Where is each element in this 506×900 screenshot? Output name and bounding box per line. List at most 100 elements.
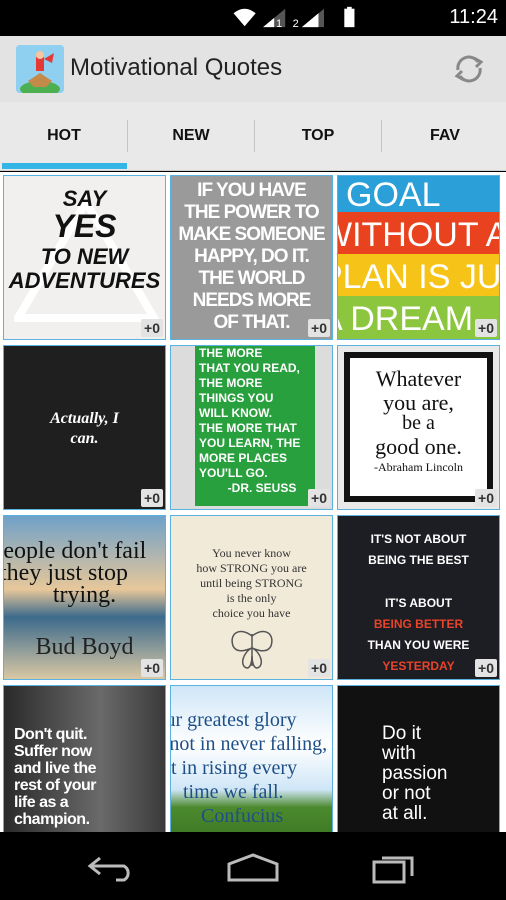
vote-count-badge[interactable]: +0 [475, 659, 497, 677]
quote-tile[interactable]: THE MORE THAT YOU READ, THE MORE THINGS … [170, 345, 333, 510]
quote-tile[interactable]: GOAL WITHOUT A PLAN IS JUST A DREAM. +0 [337, 175, 500, 340]
status-time: 11:24 [449, 6, 498, 28]
quote-line: MORE PLACES [199, 451, 288, 465]
app-logo-icon[interactable] [16, 45, 64, 93]
wifi-icon [233, 8, 256, 27]
quote-line: Confucius [201, 805, 284, 827]
signal-2-icon [301, 8, 324, 28]
quote-line: YES [52, 208, 117, 244]
quote-line: ADVENTURES [8, 268, 161, 293]
vote-count-badge[interactable]: +0 [475, 319, 497, 337]
tab-top[interactable]: TOP [255, 102, 381, 170]
quote-line: THAN YOU WERE [367, 638, 470, 652]
quote-tile[interactable]: Whatever you are, be a good one. -Abraha… [337, 345, 500, 510]
status-icons: 1 2 [233, 6, 355, 29]
quote-line: THINGS YOU [199, 391, 274, 405]
refresh-icon[interactable] [450, 50, 488, 88]
quote-line: Do it [382, 723, 422, 744]
quote-tile[interactable]: People don't fail they just stop trying.… [3, 515, 166, 680]
quote-line: You never know [212, 546, 291, 560]
quote-line: be a [402, 412, 435, 434]
quote-line: THAT YOU READ, [199, 361, 300, 375]
quote-line: Don't quit. [14, 726, 87, 743]
vote-count-badge[interactable]: +0 [308, 659, 330, 677]
quote-line: passion [382, 763, 448, 784]
quote-line: -Abraham Lincoln [374, 460, 463, 474]
quote-line: until being STRONG [200, 576, 303, 590]
quote-line: IT'S ABOUT [384, 596, 453, 610]
tab-hot[interactable]: HOT [1, 102, 127, 170]
quote-tile[interactable]: IF YOU HAVE THE POWER TO MAKE SOMEONE HA… [170, 175, 333, 340]
quotes-grid[interactable]: SAY YES TO NEW ADVENTURES +0 IF YOU HAVE… [0, 172, 506, 832]
quote-line: and live the [14, 760, 97, 777]
quote-line: Whatever [375, 366, 462, 391]
quote-tile[interactable]: You never know how STRONG you are until … [170, 515, 333, 680]
status-bar: 1 2 11:24 [0, 0, 506, 36]
quote-line: THE POWER TO [184, 202, 319, 223]
back-icon[interactable] [86, 852, 138, 882]
navigation-bar [0, 832, 506, 900]
tab-indicator [2, 163, 127, 169]
recent-apps-icon[interactable] [370, 850, 420, 884]
quote-line: HAPPY, DO IT. [194, 246, 310, 267]
quote-line: PLAN IS JUST [338, 258, 500, 296]
quote-line: time we fall. [183, 781, 284, 803]
quote-line: BEING BETTER [373, 617, 464, 631]
quote-line: is not in never falling, [170, 733, 328, 755]
quote-line: MAKE SOMEONE [178, 224, 325, 245]
quote-line: at all. [382, 803, 428, 824]
butterfly-icon [231, 630, 273, 669]
quote-line: YOU LEARN, THE [199, 436, 301, 450]
quote-line: IF YOU HAVE [197, 180, 307, 201]
quote-line: how STRONG you are [196, 561, 307, 575]
quote-line: TO NEW [40, 244, 129, 269]
quote-tile[interactable]: IT'S NOT ABOUT BEING THE BEST IT'S ABOUT… [337, 515, 500, 680]
quote-tile[interactable]: Our greatest glory is not in never falli… [170, 685, 333, 832]
quote-line: is the only [226, 591, 277, 605]
quote-line: THE MORE [199, 346, 263, 360]
quote-line: THE MORE [199, 376, 263, 390]
quote-line: Our greatest glory [171, 709, 297, 731]
quote-line: YOU'LL GO. [199, 466, 268, 480]
action-bar: Motivational Quotes [0, 36, 506, 103]
quote-line: BEING THE BEST [368, 553, 469, 567]
quote-tile[interactable]: Actually, I can. +0 [3, 345, 166, 510]
tab-bar: HOT NEW TOP FAV [0, 102, 506, 171]
quote-line: choice you have [212, 606, 291, 620]
vote-count-badge[interactable]: +0 [475, 489, 497, 507]
quote-line: -DR. SEUSS [227, 481, 297, 495]
quote-line: A DREAM. [338, 300, 483, 338]
tab-new[interactable]: NEW [128, 102, 254, 170]
vote-count-badge[interactable]: +0 [308, 489, 330, 507]
tab-fav[interactable]: FAV [382, 102, 506, 170]
quote-line: NEEDS MORE [192, 290, 312, 311]
quote-line: rest of your [14, 777, 97, 794]
quote-line: champion. [14, 811, 90, 828]
quote-line: can. [70, 430, 99, 447]
quote-tile[interactable]: Do it with passion or not at all. [337, 685, 500, 832]
quote-tile[interactable]: Don't quit. Suffer now and live the rest… [3, 685, 166, 832]
quote-line: WILL KNOW. [199, 406, 273, 420]
home-icon[interactable] [226, 852, 280, 882]
quote-line: Suffer now [14, 743, 92, 760]
sim1-label: 1 [276, 18, 282, 29]
battery-icon [344, 6, 355, 28]
quote-line: IT'S NOT ABOUT [370, 532, 467, 546]
quote-line: GOAL [346, 176, 441, 214]
quote-line: good one. [375, 434, 462, 459]
vote-count-badge[interactable]: +0 [141, 489, 163, 507]
vote-count-badge[interactable]: +0 [141, 659, 163, 677]
quote-line: or not [382, 783, 431, 804]
vote-count-badge[interactable]: +0 [308, 319, 330, 337]
quote-line: THE WORLD [198, 268, 305, 289]
quote-line: WITHOUT A [338, 216, 499, 254]
quote-line: with [382, 743, 416, 764]
vote-count-badge[interactable]: +0 [141, 319, 163, 337]
quote-tile[interactable]: SAY YES TO NEW ADVENTURES +0 [3, 175, 166, 340]
quote-line: Bud Boyd [35, 634, 134, 660]
app-title: Motivational Quotes [70, 54, 283, 81]
quote-line: Actually, I [50, 410, 119, 427]
sim2-label: 2 [293, 18, 299, 29]
quote-line: trying. [52, 582, 117, 608]
quote-line: THE MORE THAT [199, 421, 297, 435]
